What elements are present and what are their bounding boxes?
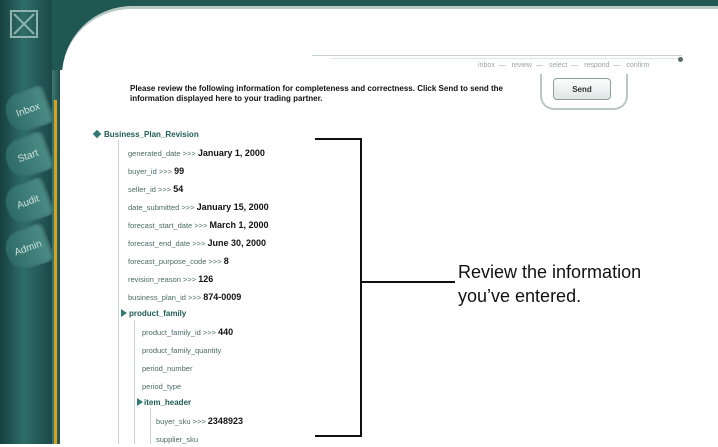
node-item-header[interactable]: item_header (144, 398, 191, 407)
subtree-guide-line (150, 408, 151, 444)
current-step-indicator (678, 57, 683, 62)
tab-admin-label: Admin (12, 237, 44, 259)
subtree-guide-line (134, 320, 135, 444)
step-respond: respond (584, 62, 610, 69)
expand-triangle-icon[interactable] (121, 309, 127, 317)
expand-triangle-icon[interactable] (137, 398, 143, 406)
field-forecast-end-date: forecast_end_date >>> June 30, 2000 (128, 238, 266, 248)
tab-inbox-label: Inbox (14, 100, 42, 120)
callout-bracket (315, 138, 362, 437)
step-select: select (548, 62, 568, 69)
tab-admin[interactable]: Admin (0, 221, 56, 275)
field-business-plan-id: business_plan_id >>> 874-0009 (128, 292, 242, 302)
step-inbox: inbox (478, 62, 495, 69)
tree-root[interactable]: Business_Plan_Revision (92, 129, 199, 139)
tab-start-label: Start (16, 147, 40, 165)
step-confirm: confirm (626, 62, 650, 69)
gold-divider (54, 100, 57, 444)
instruction-text: Please review the following information … (130, 84, 503, 103)
field-period-number: period_number (142, 364, 193, 373)
field-buyer-sku: buyer_sku >>> 2348923 (156, 416, 243, 426)
tree-guide-line (118, 140, 119, 444)
tab-audit-label: Audit (15, 192, 41, 212)
tab-inbox[interactable]: Inbox (0, 83, 56, 137)
field-forecast-purpose-code: forecast_purpose_code >>> 8 (128, 256, 229, 266)
tab-start[interactable]: Start (0, 129, 56, 183)
callout-text: Review the information you’ve entered. (458, 262, 642, 306)
field-supplier-sku: supplier_sku (156, 435, 199, 444)
left-sidebar: Inbox Start Audit Admin (0, 0, 56, 444)
field-revision-reason: revision_reason >>> 126 (128, 274, 214, 284)
field-product-family-id: product_family_id >>> 440 (142, 327, 234, 337)
progress-steps: inbox — review — select — respond — confirm (478, 62, 650, 69)
progress-line-secondary (330, 58, 680, 59)
field-generated-date: generated_date >>> January 1, 2000 (128, 148, 265, 158)
send-button[interactable]: Send (553, 78, 611, 100)
step-review: review (511, 62, 532, 69)
field-period-type: period_type (142, 382, 182, 391)
tab-audit[interactable]: Audit (0, 175, 56, 229)
progress-line (312, 55, 682, 56)
field-buyer-id: buyer_id >>> 99 (128, 166, 185, 176)
field-seller-id: seller_id >>> 54 (128, 184, 184, 194)
field-product-family-quantity: product_family_quantity (142, 346, 222, 355)
callout-connector (360, 281, 455, 283)
field-date-submitted: date_submitted >>> January 15, 2000 (128, 202, 269, 212)
tree-root-label: Business_Plan_Revision (104, 130, 199, 139)
field-forecast-start-date: forecast_start_date >>> March 1, 2000 (128, 220, 269, 230)
close-logo-icon (10, 10, 38, 38)
node-product-family[interactable]: product_family (129, 309, 186, 318)
